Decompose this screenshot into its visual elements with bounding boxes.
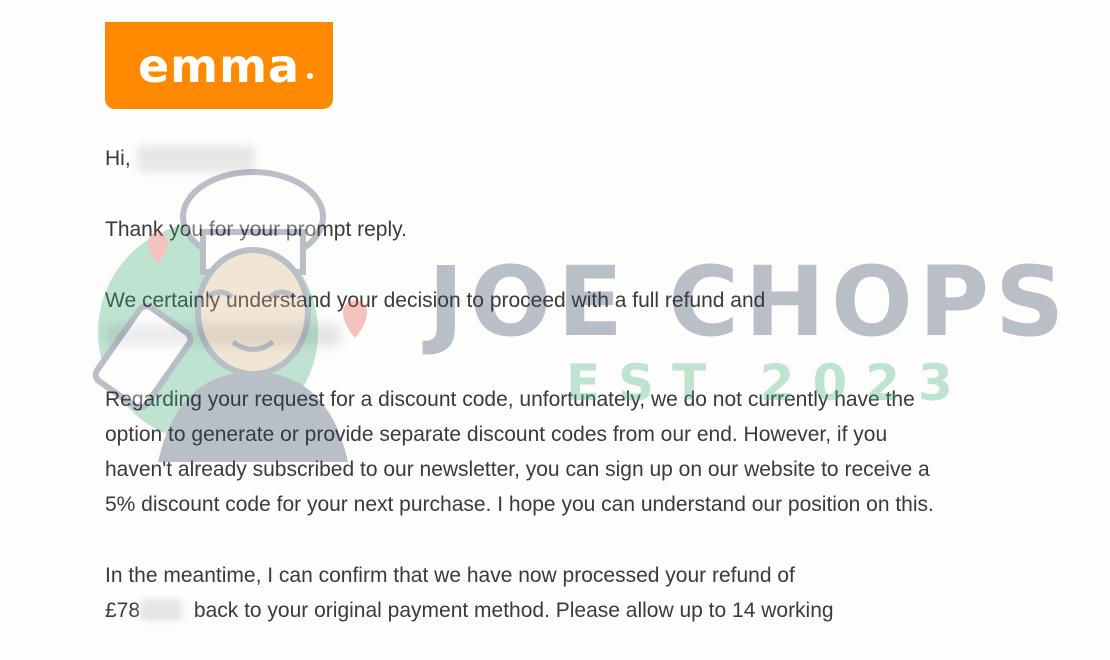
paragraph-discount-code: Regarding your request for a discount co… (105, 388, 934, 516)
logo-text: emma (137, 38, 301, 93)
refund-processed-continued: back to your original payment method. Pl… (193, 599, 834, 622)
email-body: emma Hi, Thank you for your prompt reply… (105, 22, 945, 628)
greeting-line: Hi, (105, 146, 945, 172)
refund-processed-text: In the meantime, I can confirm that we h… (105, 564, 795, 587)
emma-logo: emma (105, 22, 333, 109)
paragraph-refund-processed: In the meantime, I can confirm that we h… (105, 558, 945, 628)
redacted-text (105, 324, 340, 346)
greeting-text: Hi, (105, 147, 131, 170)
refund-amount: £78 (105, 599, 141, 622)
logo-dot (307, 73, 313, 79)
redacted-name (136, 146, 255, 172)
paragraph-refund-decision-text: We certainly understand your decision to… (105, 289, 766, 312)
paragraph-refund-decision: We certainly understand your decision to… (105, 283, 945, 346)
redacted-amount (140, 599, 183, 621)
paragraph-thanks: Thank you for your prompt reply. (105, 218, 407, 241)
